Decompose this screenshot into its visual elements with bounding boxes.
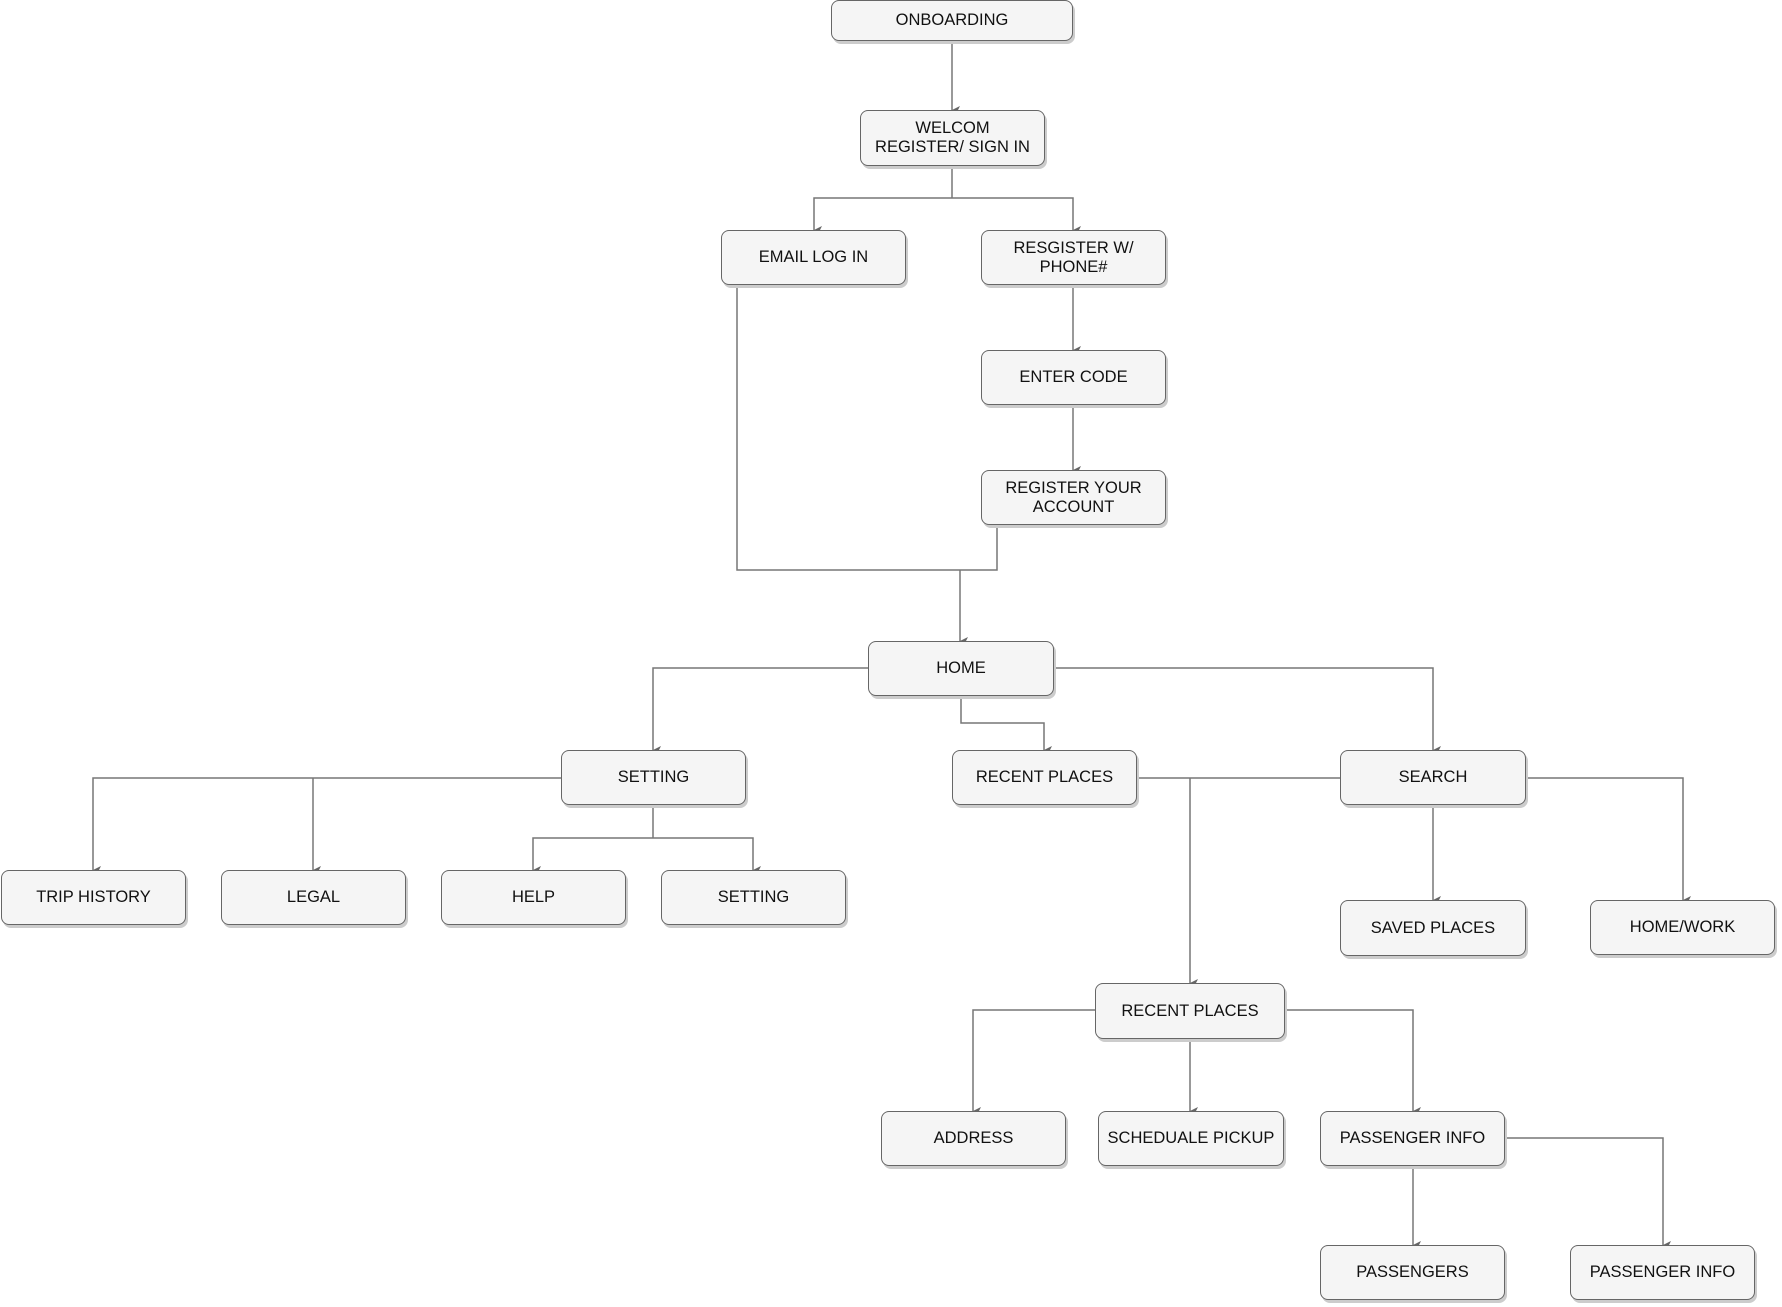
node-legal[interactable]: LEGAL <box>221 870 406 925</box>
node-recent-places[interactable]: RECENT PLACES <box>952 750 1137 805</box>
node-setting-sub[interactable]: SETTING <box>661 870 846 925</box>
node-saved-places[interactable]: SAVED PLACES <box>1340 900 1526 956</box>
edge-setting-setting-sub <box>653 837 761 874</box>
edge-welcome-register-phone <box>952 197 1081 234</box>
flowchart-canvas: ONBOARDING WELCOM REGISTER/ SIGN IN EMAI… <box>0 0 1782 1307</box>
edge-register-account-merge <box>960 525 998 571</box>
edge-email-login-merge <box>736 285 960 571</box>
node-register-account[interactable]: REGISTER YOUR ACCOUNT <box>981 470 1166 525</box>
edge-recent-places-2-address <box>972 1009 1095 1115</box>
node-home[interactable]: HOME <box>868 641 1054 696</box>
node-home-work[interactable]: HOME/WORK <box>1590 900 1775 955</box>
edge-home-search <box>1054 667 1441 754</box>
edge-home-recent-places <box>960 696 1052 754</box>
edge-setting-trip-history <box>92 777 561 874</box>
edge-passenger-info-passenger-info-2 <box>1505 1137 1671 1249</box>
node-enter-code[interactable]: ENTER CODE <box>981 350 1166 405</box>
edge-home-setting <box>652 667 868 754</box>
node-onboarding[interactable]: ONBOARDING <box>831 0 1073 41</box>
node-register-phone[interactable]: RESGISTER W/ PHONE# <box>981 230 1166 285</box>
node-email-login[interactable]: EMAIL LOG IN <box>721 230 906 285</box>
node-passenger-info-2[interactable]: PASSENGER INFO <box>1570 1245 1755 1300</box>
node-setting[interactable]: SETTING <box>561 750 746 805</box>
node-address[interactable]: ADDRESS <box>881 1111 1066 1166</box>
node-recent-places-2[interactable]: RECENT PLACES <box>1095 983 1285 1039</box>
edge-welcome-email-login <box>813 197 952 234</box>
node-passenger-info[interactable]: PASSENGER INFO <box>1320 1111 1505 1166</box>
node-passengers[interactable]: PASSENGERS <box>1320 1245 1505 1300</box>
edge-recent-places-2-passenger-info <box>1285 1009 1421 1115</box>
node-schedule-pickup[interactable]: SCHEDUALE PICKUP <box>1098 1111 1284 1166</box>
edge-search-home-work <box>1526 777 1691 904</box>
node-help[interactable]: HELP <box>441 870 626 925</box>
node-trip-history[interactable]: TRIP HISTORY <box>1 870 186 925</box>
edge-setting-help <box>532 837 653 874</box>
node-search[interactable]: SEARCH <box>1340 750 1526 805</box>
node-welcome[interactable]: WELCOM REGISTER/ SIGN IN <box>860 110 1045 166</box>
